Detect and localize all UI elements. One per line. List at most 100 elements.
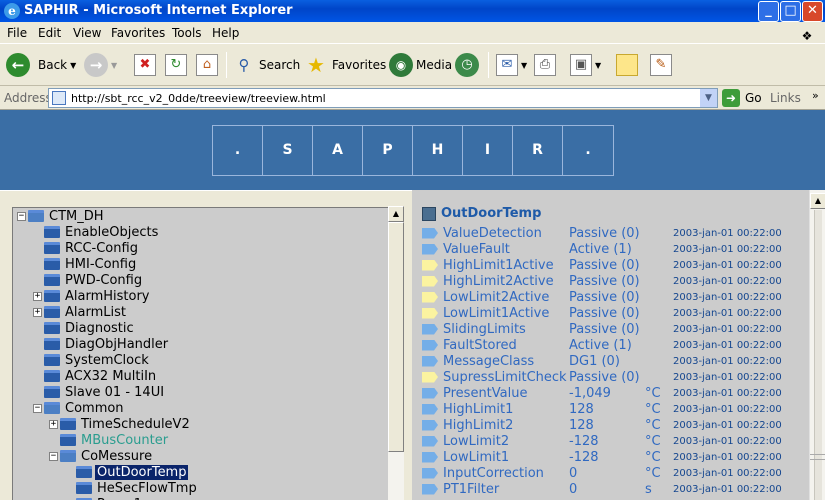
tree-node-label[interactable]: EnableObjects [63, 225, 160, 240]
tree-node[interactable]: MBusCounter [49, 432, 170, 448]
edit-button[interactable]: ▣ ▼ [570, 50, 601, 80]
tree-node-label[interactable]: Pump1 [95, 497, 144, 500]
stop-button[interactable]: ✖ [134, 50, 156, 80]
back-dropdown-icon[interactable]: ▼ [70, 61, 76, 70]
tree-node[interactable]: HMI-Config [33, 256, 138, 272]
mail-button[interactable]: ✉ ▼ [496, 50, 527, 80]
expand-icon[interactable]: + [33, 291, 42, 301]
menu-help[interactable]: Help [212, 26, 239, 40]
tree-node[interactable]: Diagnostic [33, 320, 136, 336]
research-button[interactable]: ✎ [650, 50, 672, 80]
property-name[interactable]: LowLimit1Active [443, 306, 569, 321]
property-name[interactable]: PT1Filter [443, 482, 569, 497]
scroll-up-icon[interactable]: ▲ [810, 193, 825, 209]
property-name[interactable]: LowLimit2Active [443, 290, 569, 305]
property-name[interactable]: HighLimit1Active [443, 258, 569, 273]
property-name[interactable]: LowLimit2 [443, 434, 569, 449]
property-row[interactable]: InputCorrection 0 °C 2003-jan-01 00:22:00 [422, 465, 782, 481]
home-button[interactable]: ⌂ [196, 50, 218, 80]
tree-node[interactable]: − CoMessure [49, 448, 154, 464]
property-row[interactable]: HighLimit1Active Passive (0) 2003-jan-01 0… [422, 257, 782, 273]
links-chevron-icon[interactable]: » [812, 89, 819, 102]
tree-node-label[interactable]: HMI-Config [63, 257, 138, 272]
back-button[interactable]: ← Back ▼ [6, 50, 76, 80]
tree-node[interactable]: − CTM_DH [17, 208, 106, 224]
tree-node[interactable]: RCC-Config [33, 240, 140, 256]
forward-dropdown-icon[interactable]: ▼ [111, 61, 117, 70]
tree-node[interactable]: PWD-Config [33, 272, 144, 288]
tree-node[interactable]: ACX32 MultiIn [33, 368, 158, 384]
tree-node-label[interactable]: CoMessure [79, 449, 154, 464]
property-row[interactable]: FaultStored Active (1) 2003-jan-01 00:22:0… [422, 337, 782, 353]
tree-scrollbar[interactable]: ▲ [388, 206, 404, 500]
minimize-button[interactable]: _ [758, 1, 779, 22]
expand-icon[interactable]: + [33, 307, 42, 317]
property-name[interactable]: FaultStored [443, 338, 569, 353]
tree-node-label[interactable]: AlarmHistory [63, 289, 152, 304]
tree-node-label[interactable]: TimeScheduleV2 [79, 417, 192, 432]
tree-node[interactable]: − Common [33, 400, 126, 416]
property-name[interactable]: HighLimit2Active [443, 274, 569, 289]
forward-button[interactable]: → ▼ [84, 50, 117, 80]
close-button[interactable]: ✕ [802, 1, 823, 22]
print-button[interactable]: ⎙ [534, 50, 556, 80]
refresh-button[interactable]: ↻ [165, 50, 187, 80]
property-name[interactable]: HighLimit1 [443, 402, 569, 417]
property-row[interactable]: HighLimit2 128 °C 2003-jan-01 00:22:00 [422, 417, 782, 433]
tree-node-label[interactable]: DiagObjHandler [63, 337, 170, 352]
links-label[interactable]: Links [770, 91, 801, 105]
edit-dropdown-icon[interactable]: ▼ [595, 61, 601, 70]
menu-tools[interactable]: Tools [172, 26, 202, 40]
property-row[interactable]: ValueFault Active (1) 2003-jan-01 00:22:00 [422, 241, 782, 257]
property-row[interactable]: HighLimit2Active Passive (0) 2003-jan-01 0… [422, 273, 782, 289]
maximize-button[interactable]: □ [780, 1, 801, 22]
property-row[interactable]: LowLimit1Active Passive (0) 2003-jan-01 00… [422, 305, 782, 321]
history-button[interactable]: ◷ [455, 50, 479, 80]
tree-node-label[interactable]: RCC-Config [63, 241, 140, 256]
property-row[interactable]: SlidingLimits Passive (0) 2003-jan-01 00:2… [422, 321, 782, 337]
collapse-icon[interactable]: − [49, 451, 58, 461]
tree-node[interactable]: HeSecFlowTmp [65, 480, 199, 496]
collapse-icon[interactable]: − [17, 211, 26, 221]
collapse-icon[interactable]: − [33, 403, 42, 413]
tree-node[interactable]: −Pump1 [65, 496, 144, 500]
property-row[interactable]: MessageClass DG1 (0) 2003-jan-01 00:22:00 [422, 353, 782, 369]
tree-node[interactable]: Slave 01 - 14UI [33, 384, 166, 400]
tree-node-label[interactable]: PWD-Config [63, 273, 144, 288]
tree-node[interactable]: + AlarmList [33, 304, 128, 320]
property-name[interactable]: LowLimit1 [443, 450, 569, 465]
address-dropdown-icon[interactable]: ▼ [700, 89, 717, 107]
tree-node[interactable]: OutDoorTemp [65, 464, 189, 480]
tree-view[interactable]: − CTM_DH EnableObjects RCC-Config HMI-Config… [12, 207, 388, 500]
tree-node-label[interactable]: SystemClock [63, 353, 151, 368]
address-url[interactable]: http://sbt_rcc_v2_0dde/treeview/treeview… [71, 92, 326, 105]
tree-node[interactable]: + TimeScheduleV2 [49, 416, 192, 432]
menu-favorites[interactable]: Favorites [111, 26, 165, 40]
scroll-up-icon[interactable]: ▲ [388, 206, 404, 222]
go-button[interactable]: ➜ Go [722, 88, 762, 108]
tree-node-label[interactable]: Diagnostic [63, 321, 136, 336]
property-name[interactable]: ValueFault [443, 242, 569, 257]
property-name[interactable]: ValueDetection [443, 226, 569, 241]
property-name[interactable]: SupressLimitCheck [443, 370, 569, 385]
property-row[interactable]: LowLimit1 -128 °C 2003-jan-01 00:22:00 [422, 449, 782, 465]
mail-dropdown-icon[interactable]: ▼ [521, 61, 527, 70]
tree-node-label[interactable]: OutDoorTemp [95, 464, 189, 480]
property-row[interactable]: PT1Filter 0 s 2003-jan-01 00:22:00 [422, 481, 782, 497]
property-name[interactable]: PresentValue [443, 386, 569, 401]
property-row[interactable]: LowLimit2Active Passive (0) 2003-jan-01 00… [422, 289, 782, 305]
property-name[interactable]: HighLimit2 [443, 418, 569, 433]
expand-icon[interactable]: + [49, 419, 58, 429]
property-row[interactable]: PresentValue -1,049 °C 2003-jan-01 00:22:00 [422, 385, 782, 401]
property-name[interactable]: InputCorrection [443, 466, 569, 481]
media-button[interactable]: ◉ Media [389, 50, 452, 80]
property-row[interactable]: LowLimit2 -128 °C 2003-jan-01 00:22:00 [422, 433, 782, 449]
discuss-button[interactable] [616, 50, 638, 80]
tree-node-label[interactable]: HeSecFlowTmp [95, 481, 199, 496]
tree-node-label[interactable]: CTM_DH [47, 209, 106, 224]
tree-node-label[interactable]: MBusCounter [79, 433, 170, 448]
properties-scrollbar[interactable]: ▲ [809, 190, 825, 500]
menu-edit[interactable]: Edit [38, 26, 61, 40]
tree-node-label[interactable]: Common [63, 401, 126, 416]
tree-node-label[interactable]: Slave 01 - 14UI [63, 385, 166, 400]
